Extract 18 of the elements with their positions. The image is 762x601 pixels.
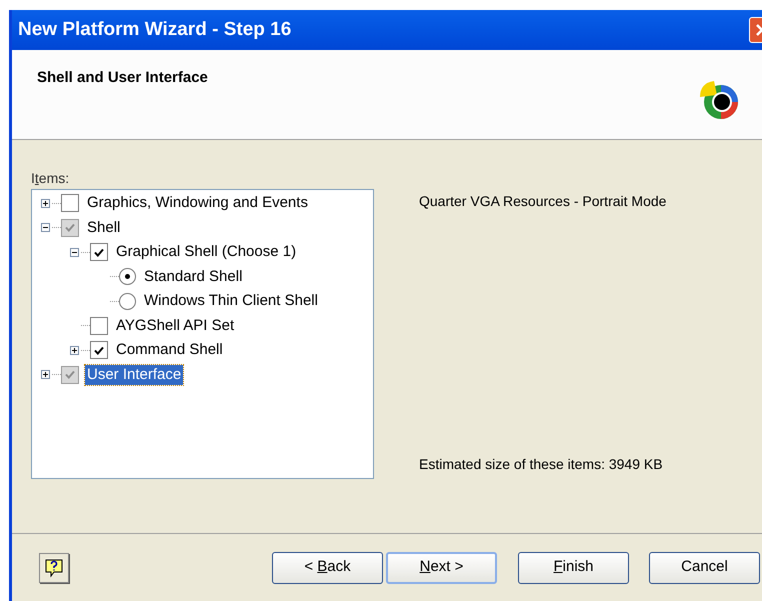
items-label: Items: <box>31 169 70 187</box>
size-estimate: Estimated size of these items: 3949 KB <box>419 455 664 474</box>
item-description: Quarter VGA Resources - Portrait Mode <box>419 192 668 211</box>
checkmark-icon <box>94 248 104 257</box>
wizard-button[interactable]: Finish <box>518 552 629 584</box>
help-button[interactable] <box>39 552 69 582</box>
expand-icon[interactable] <box>41 198 50 208</box>
checkmark-icon <box>65 370 75 380</box>
wizard-button[interactable]: Next > <box>386 552 497 584</box>
tree-item[interactable]: Graphics, Windowing and Events <box>85 193 310 214</box>
page-title: Shell and User Interface <box>37 68 208 88</box>
checkmark-icon <box>94 346 104 355</box>
window-title: New Platform Wizard - Step 16 <box>18 18 292 42</box>
checkmark-icon <box>65 223 75 232</box>
checkbox[interactable] <box>61 194 79 212</box>
wizard-button[interactable]: < Back <box>272 552 383 584</box>
help-icon <box>44 558 64 578</box>
wizard-button[interactable]: Cancel <box>649 552 760 584</box>
